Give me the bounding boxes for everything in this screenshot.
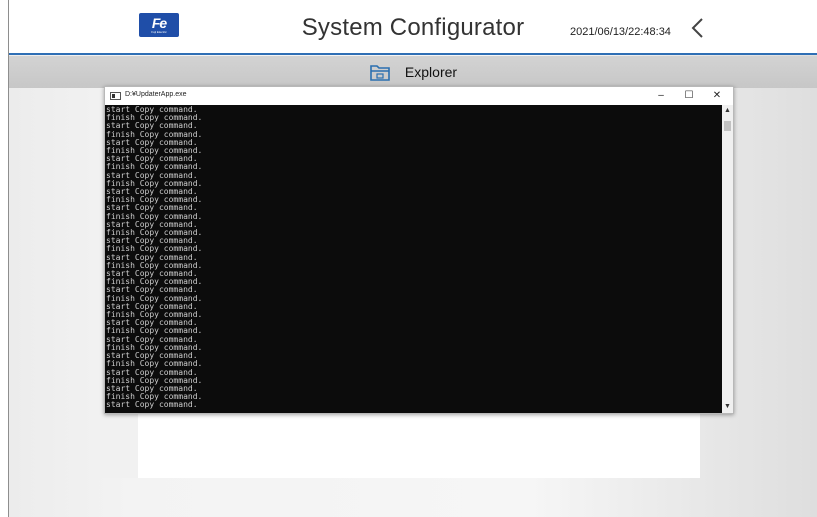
datetime-display: 2021/06/13/22:48:34 (570, 26, 671, 38)
back-button[interactable] (685, 14, 713, 42)
header-bar: Fe Fuji Electric System Configurator 202… (9, 0, 817, 55)
explorer-toolbar: Explorer (9, 56, 817, 88)
console-app-icon (110, 92, 121, 100)
console-titlebar[interactable]: D:¥UpdaterApp.exe – ☐ ✕ (105, 87, 733, 105)
minimize-button[interactable]: – (649, 88, 673, 104)
console-title: D:¥UpdaterApp.exe (125, 91, 187, 98)
explorer-button[interactable]: Explorer (9, 56, 817, 88)
console-scrollbar[interactable]: ▲ ▼ (722, 105, 733, 413)
maximize-button[interactable]: ☐ (677, 88, 701, 104)
scroll-down-button[interactable]: ▼ (722, 401, 733, 413)
scroll-up-button[interactable]: ▲ (722, 105, 733, 117)
folder-icon (370, 65, 390, 81)
console-line: start Copy command. (106, 400, 198, 410)
console-lines: start Copy command. finish Copy command.… (105, 105, 723, 410)
scroll-thumb[interactable] (724, 121, 731, 131)
console-output[interactable]: start Copy command. finish Copy command.… (105, 105, 723, 413)
explorer-label: Explorer (404, 64, 458, 80)
console-window[interactable]: D:¥UpdaterApp.exe – ☐ ✕ start Copy comma… (104, 86, 734, 414)
chevron-left-icon (691, 18, 703, 38)
close-button[interactable]: ✕ (705, 88, 729, 104)
